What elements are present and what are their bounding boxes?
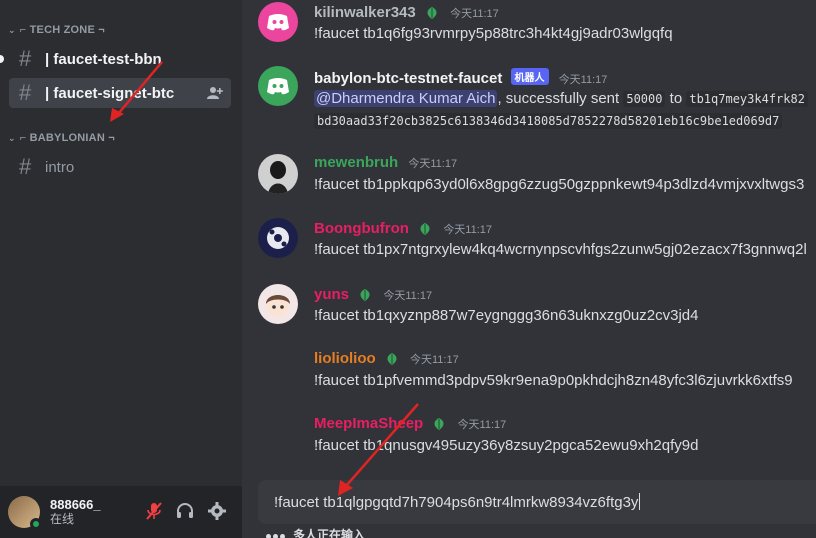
avatar-ball-icon (267, 227, 289, 249)
message-text: to (665, 90, 687, 107)
author-name[interactable]: MeepImaSheep (314, 415, 423, 432)
channel-label: | faucet-signet-btc (45, 84, 175, 102)
typing-indicator: 多人正在输入 (266, 526, 365, 538)
avatar-figure-icon (268, 161, 288, 194)
add-member-icon[interactable] (207, 85, 223, 101)
message-content: !faucet tb1px7ntgrxylew4kq4wcrnynpscvhfg… (314, 241, 807, 258)
message-content: !faucet tb1qxyznp887w7eygnggg36n63uknxzg… (314, 307, 699, 324)
message-input[interactable]: !faucet tb1qlgpgqtd7h7904ps6n9tr4lmrkw89… (258, 480, 816, 524)
hashtag-icon: # (19, 46, 32, 71)
hashtag-icon: # (19, 154, 32, 179)
role-leaf-icon (360, 289, 370, 302)
typing-text: 多人正在输入 (293, 528, 366, 538)
message-timestamp: 今天11:17 (558, 74, 608, 86)
message-author[interactable]: lioliolioo 今天11:17 (314, 350, 459, 367)
deafen-button[interactable] (174, 500, 196, 522)
discord-logo-icon (267, 78, 289, 95)
channel-label: intro (45, 158, 75, 176)
message-author[interactable]: yuns 今天11:17 (314, 286, 432, 303)
message-timestamp: 今天11:17 (383, 290, 433, 302)
headphones-icon (177, 503, 193, 518)
chevron-down-icon: ⌄ (8, 24, 16, 35)
message-content: !faucet tb1qnusgv495uzy36y8zsuy2pgca52ew… (314, 437, 699, 454)
category-label: ⌐ TECH ZONE ¬ (19, 24, 105, 36)
avatar[interactable] (258, 284, 298, 324)
message-timestamp: 今天11:17 (450, 8, 499, 20)
message-content: @Dharmendra Kumar Aich, successfully sen… (314, 90, 808, 107)
input-text: !faucet tb1qlgpgqtd7h7904ps6n9tr4lmrkw89… (274, 494, 639, 511)
settings-button[interactable] (206, 500, 228, 522)
author-name[interactable]: mewenbruh (314, 154, 398, 171)
message-timestamp: 今天11:17 (457, 419, 507, 431)
gear-icon (208, 502, 226, 520)
avatar-anime-icon (266, 295, 290, 317)
avatar[interactable] (258, 218, 298, 258)
category-babylonian[interactable]: ⌄ ⌐ BABYLONIAN ¬ (8, 132, 115, 144)
chevron-down-icon: ⌄ (8, 132, 16, 143)
user-info[interactable]: 888666_ 在线 (50, 497, 101, 527)
message-author[interactable]: kilinwalker343 今天11:17 (314, 4, 499, 21)
role-leaf-icon (427, 7, 437, 20)
author-name[interactable]: Boongbufron (314, 220, 409, 237)
channel-sidebar: ⌄ ⌐ TECH ZONE ¬ # | faucet-test-bbn # | … (0, 0, 242, 538)
message-text: , successfully sent (497, 90, 624, 107)
mute-button[interactable] (143, 500, 165, 522)
hashtag-icon: # (19, 80, 32, 105)
user-status: 在线 (50, 512, 75, 526)
microphone-muted-icon (146, 502, 162, 520)
channel-faucet-signet-btc[interactable]: # | faucet-signet-btc (9, 78, 231, 108)
user-panel: 888666_ 在线 (0, 486, 242, 538)
unread-indicator (0, 55, 4, 63)
avatar[interactable] (258, 66, 298, 106)
author-name[interactable]: babylon-btc-testnet-faucet (314, 70, 502, 87)
channel-faucet-test-bbn[interactable]: # | faucet-test-bbn (9, 44, 231, 74)
message-content: !faucet tb1q6fg93rvmrpy5p88trc3h4kt4gj9a… (314, 25, 673, 42)
avatar[interactable] (258, 2, 298, 42)
discord-app: ⌄ ⌐ TECH ZONE ¬ # | faucet-test-bbn # | … (0, 0, 816, 538)
message-input-value[interactable]: !faucet tb1qlgpgqtd7h7904ps6n9tr4lmrkw89… (274, 493, 641, 511)
role-leaf-icon (420, 223, 430, 236)
online-status-icon (30, 518, 42, 530)
message-author[interactable]: babylon-btc-testnet-faucet 机器人 今天11:17 (314, 68, 607, 87)
user-mention[interactable]: @Dharmendra Kumar Aich (314, 90, 498, 107)
message-timestamp: 今天11:17 (410, 354, 459, 366)
message-author[interactable]: MeepImaSheep 今天11:17 (314, 415, 506, 432)
category-tech-zone[interactable]: ⌄ ⌐ TECH ZONE ¬ (8, 24, 105, 36)
bot-badge: 机器人 (510, 68, 549, 85)
author-name[interactable]: lioliolioo (314, 350, 376, 367)
author-name[interactable]: yuns (314, 286, 349, 303)
username: 888666_ (50, 497, 101, 512)
role-leaf-icon (434, 418, 444, 431)
typing-dots-icon (266, 528, 287, 538)
message-author[interactable]: mewenbruh 今天11:17 (314, 154, 457, 171)
message-list: kilinwalker343 今天11:17 !faucet tb1q6fg93… (242, 0, 816, 538)
channel-intro[interactable]: # intro (9, 152, 231, 182)
channel-label: | faucet-test-bbn (45, 50, 162, 68)
text-caret (639, 493, 641, 510)
message-content: !faucet tb1ppkqp63yd0l6x8gpg6zzug50gzppn… (314, 176, 805, 193)
discord-logo-icon (267, 14, 289, 31)
message-timestamp: 今天11:17 (443, 224, 493, 236)
message-timestamp: 今天11:17 (408, 158, 458, 170)
inline-code-txid: bd30aad33f20cb3825c6138346d3418085d78522… (314, 113, 783, 129)
message-content-line2: bd30aad33f20cb3825c6138346d3418085d78522… (314, 112, 783, 129)
message-content: !faucet tb1pfvemmd3pdpv59kr9ena9p0pkhdcj… (314, 372, 793, 389)
avatar[interactable] (8, 496, 42, 530)
message-author[interactable]: Boongbufron 今天11:17 (314, 220, 492, 237)
role-leaf-icon (387, 353, 397, 366)
author-name[interactable]: kilinwalker343 (314, 4, 416, 21)
avatar[interactable] (258, 154, 298, 194)
inline-code-amount: 50000 (623, 91, 666, 107)
category-label: ⌐ BABYLONIAN ¬ (19, 132, 115, 144)
inline-code-address: tb1q7mey3k4frk82 (686, 91, 808, 107)
